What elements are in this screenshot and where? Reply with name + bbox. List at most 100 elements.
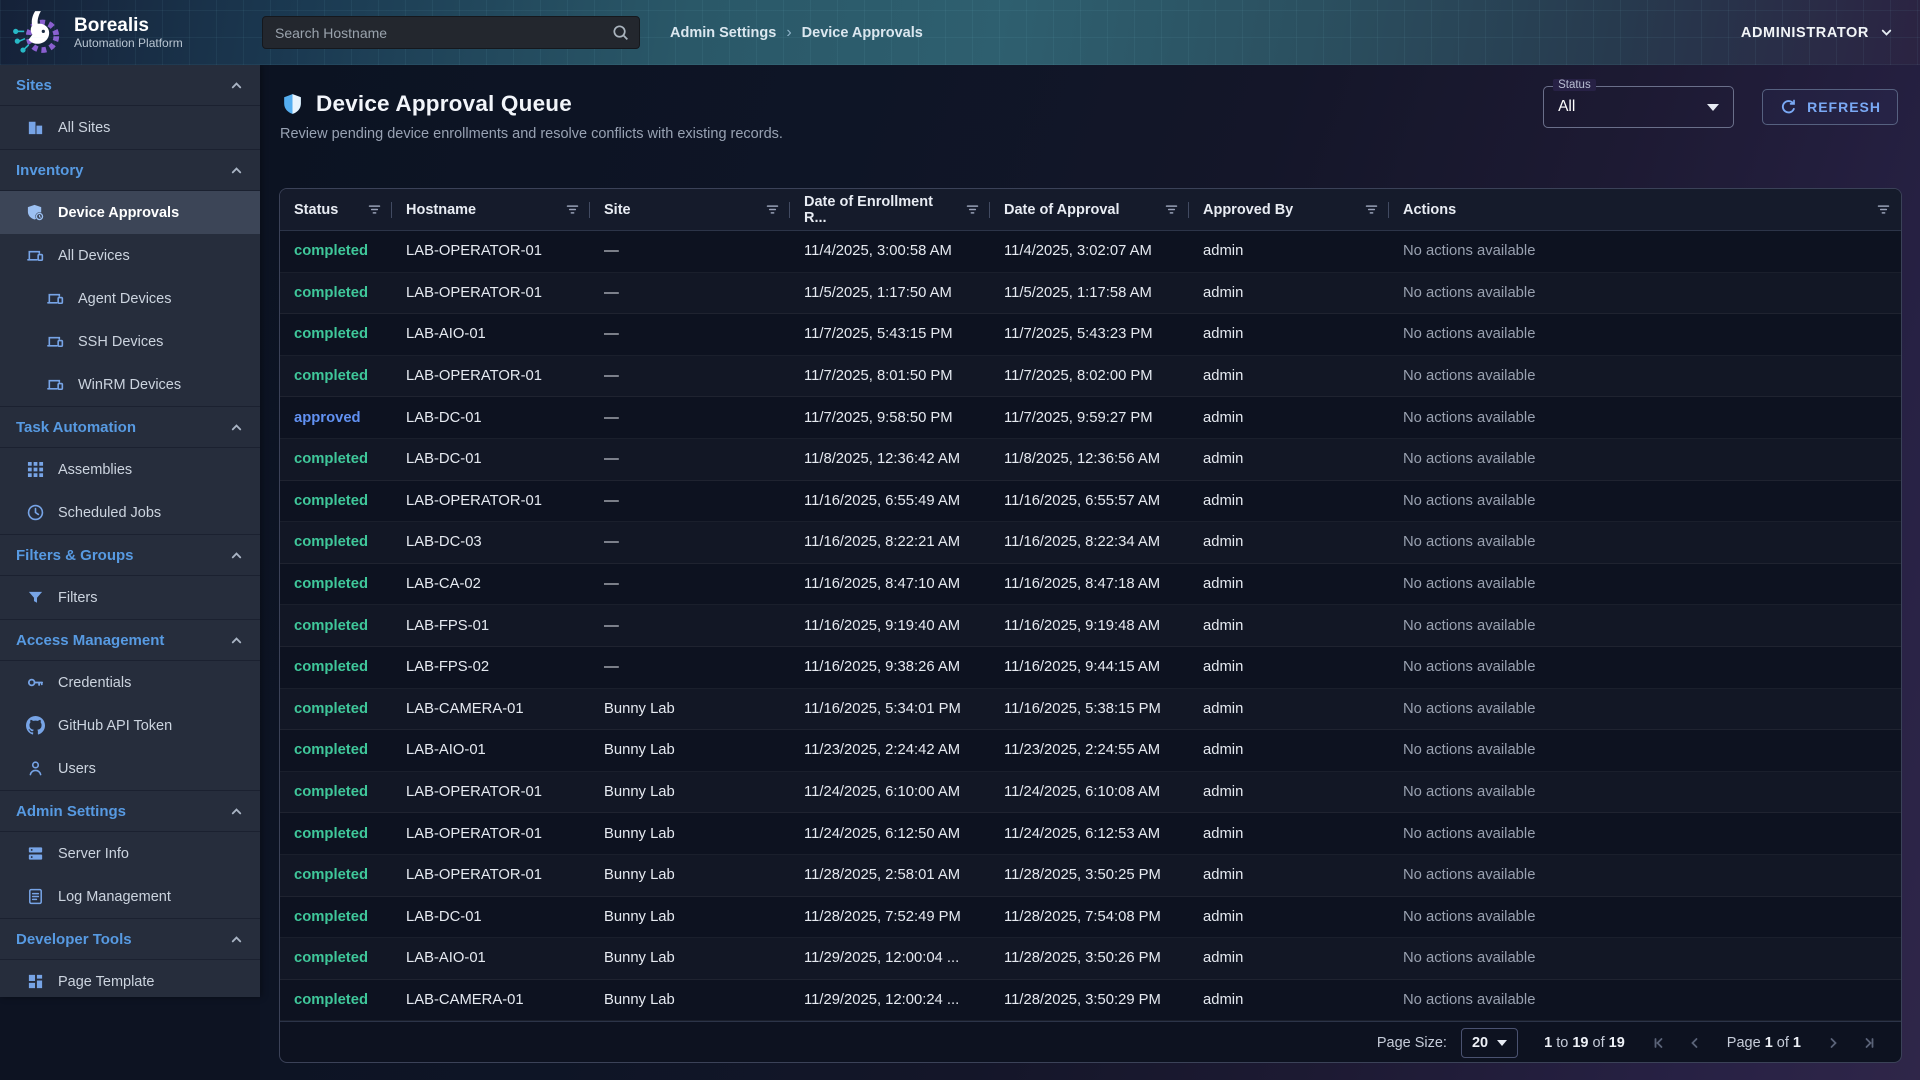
sidebar-section-header-developer-tools[interactable]: Developer Tools [0, 919, 260, 960]
cell-approved: 11/28/2025, 3:50:25 PM [990, 855, 1189, 896]
filter-icon[interactable] [1364, 202, 1379, 217]
borealis-rabbit-logo [10, 7, 62, 59]
sidebar-item-device-approvals[interactable]: Device Approvals [0, 191, 260, 234]
cell-actions: No actions available [1389, 938, 1901, 979]
devices-icon [45, 375, 65, 395]
sidebar-item-users[interactable]: Users [0, 747, 260, 790]
sidebar-item-agent-devices[interactable]: Agent Devices [0, 277, 260, 320]
filter-icon[interactable] [367, 202, 382, 217]
sidebar-nav: SitesAll SitesInventoryDevice ApprovalsA… [0, 65, 260, 997]
filter-icon[interactable] [1164, 202, 1179, 217]
section-label: Inventory [16, 162, 84, 179]
cell-site: — [590, 314, 790, 355]
sidebar-item-label: WinRM Devices [78, 377, 181, 393]
filter-icon[interactable] [965, 202, 980, 217]
sidebar-item-all-devices[interactable]: All Devices [0, 234, 260, 277]
sidebar-item-ssh-devices[interactable]: SSH Devices [0, 320, 260, 363]
cell-approved_by: admin [1189, 897, 1389, 938]
cell-hostname: LAB-AIO-01 [392, 730, 590, 771]
table-row: completedLAB-AIO-01Bunny Lab11/29/2025, … [280, 938, 1901, 980]
cell-actions: No actions available [1389, 813, 1901, 854]
app-root: Borealis Automation Platform Admin Setti… [0, 0, 1920, 1080]
sidebar-section-header-task-automation[interactable]: Task Automation [0, 407, 260, 448]
filter-icon[interactable] [565, 202, 580, 217]
sidebar-item-label: Log Management [58, 889, 171, 905]
column-label: Date of Approval [1004, 202, 1119, 218]
last-page-button[interactable] [1861, 1035, 1877, 1051]
section-label: Filters & Groups [16, 547, 134, 564]
caret-down-icon [1707, 104, 1719, 111]
sidebar-item-assemblies[interactable]: Assemblies [0, 448, 260, 491]
refresh-button[interactable]: REFRESH [1762, 89, 1898, 125]
cell-actions: No actions available [1389, 897, 1901, 938]
section-label: Developer Tools [16, 931, 132, 948]
cell-status: completed [280, 273, 392, 314]
sidebar-section-header-access-management[interactable]: Access Management [0, 620, 260, 661]
column-label: Approved By [1203, 202, 1293, 218]
grid-icon [25, 460, 45, 480]
column-header-site[interactable]: Site [590, 189, 790, 230]
sidebar-item-credentials[interactable]: Credentials [0, 661, 260, 704]
devices-icon [25, 246, 45, 266]
table-body: completedLAB-OPERATOR-01—11/4/2025, 3:00… [280, 231, 1901, 1021]
chevron-up-icon [229, 163, 244, 178]
cell-approved_by: admin [1189, 647, 1389, 688]
column-header-date-of-enrollment-r[interactable]: Date of Enrollment R... [790, 189, 990, 230]
column-header-approved-by[interactable]: Approved By [1189, 189, 1389, 230]
sidebar-item-server-info[interactable]: Server Info [0, 832, 260, 875]
status-filter-select[interactable]: Status All [1543, 86, 1734, 128]
sidebar-item-github-api-token[interactable]: GitHub API Token [0, 704, 260, 747]
cell-status: completed [280, 605, 392, 646]
table-row: completedLAB-OPERATOR-01—11/7/2025, 8:01… [280, 356, 1901, 398]
sidebar-item-scheduled-jobs[interactable]: Scheduled Jobs [0, 491, 260, 534]
breadcrumb-device-approvals[interactable]: Device Approvals [802, 25, 923, 41]
cell-approved_by: admin [1189, 481, 1389, 522]
sidebar-item-all-sites[interactable]: All Sites [0, 106, 260, 149]
breadcrumb-admin-settings[interactable]: Admin Settings [670, 25, 776, 41]
cell-approved_by: admin [1189, 813, 1389, 854]
page-size-value: 20 [1472, 1035, 1488, 1051]
column-header-hostname[interactable]: Hostname [392, 189, 590, 230]
cell-hostname: LAB-OPERATOR-01 [392, 855, 590, 896]
sidebar-item-log-management[interactable]: Log Management [0, 875, 260, 918]
filter-icon[interactable] [1876, 202, 1891, 217]
page-header: Device Approval Queue Review pending dev… [260, 65, 1920, 142]
filter-icon[interactable] [765, 202, 780, 217]
sidebar-item-page-template[interactable]: Page Template [0, 960, 260, 1003]
cell-hostname: LAB-AIO-01 [392, 314, 590, 355]
previous-page-button[interactable] [1687, 1035, 1703, 1051]
sidebar-section-header-filters-groups[interactable]: Filters & Groups [0, 535, 260, 576]
sidebar-item-filters[interactable]: Filters [0, 576, 260, 619]
sidebar-section-access-management: Access ManagementCredentialsGitHub API T… [0, 619, 260, 790]
table-row: completedLAB-AIO-01—11/7/2025, 5:43:15 P… [280, 314, 1901, 356]
column-header-date-of-approval[interactable]: Date of Approval [990, 189, 1189, 230]
cell-status: completed [280, 231, 392, 272]
page-size-select[interactable]: 20 [1461, 1028, 1518, 1058]
cell-approved: 11/23/2025, 2:24:55 AM [990, 730, 1189, 771]
header-controls: Status All REFRESH [1543, 86, 1898, 128]
column-header-actions[interactable]: Actions [1389, 189, 1901, 230]
cell-site: Bunny Lab [590, 689, 790, 730]
cell-hostname: LAB-AIO-01 [392, 938, 590, 979]
first-page-button[interactable] [1651, 1035, 1667, 1051]
cell-site: Bunny Lab [590, 772, 790, 813]
cell-enrolled: 11/8/2025, 12:36:42 AM [790, 439, 990, 480]
sidebar-section-header-sites[interactable]: Sites [0, 65, 260, 106]
sidebar-section-header-admin-settings[interactable]: Admin Settings [0, 791, 260, 832]
cell-enrolled: 11/28/2025, 2:58:01 AM [790, 855, 990, 896]
cell-approved_by: admin [1189, 273, 1389, 314]
chevron-up-icon [229, 420, 244, 435]
table-footer: Page Size: 20 1 to 19 of 19 [280, 1021, 1901, 1063]
column-header-status[interactable]: Status [280, 189, 392, 230]
user-menu[interactable]: ADMINISTRATOR [1741, 25, 1894, 41]
sidebar-item-winrm-devices[interactable]: WinRM Devices [0, 363, 260, 406]
next-page-button[interactable] [1825, 1035, 1841, 1051]
cell-status: completed [280, 938, 392, 979]
table-row: completedLAB-OPERATOR-01Bunny Lab11/24/2… [280, 813, 1901, 855]
cell-status: completed [280, 481, 392, 522]
cell-actions: No actions available [1389, 314, 1901, 355]
cell-site: Bunny Lab [590, 980, 790, 1021]
sidebar-item-label: Page Template [58, 974, 154, 990]
sidebar-section-header-inventory[interactable]: Inventory [0, 150, 260, 191]
search-input[interactable] [262, 16, 640, 49]
